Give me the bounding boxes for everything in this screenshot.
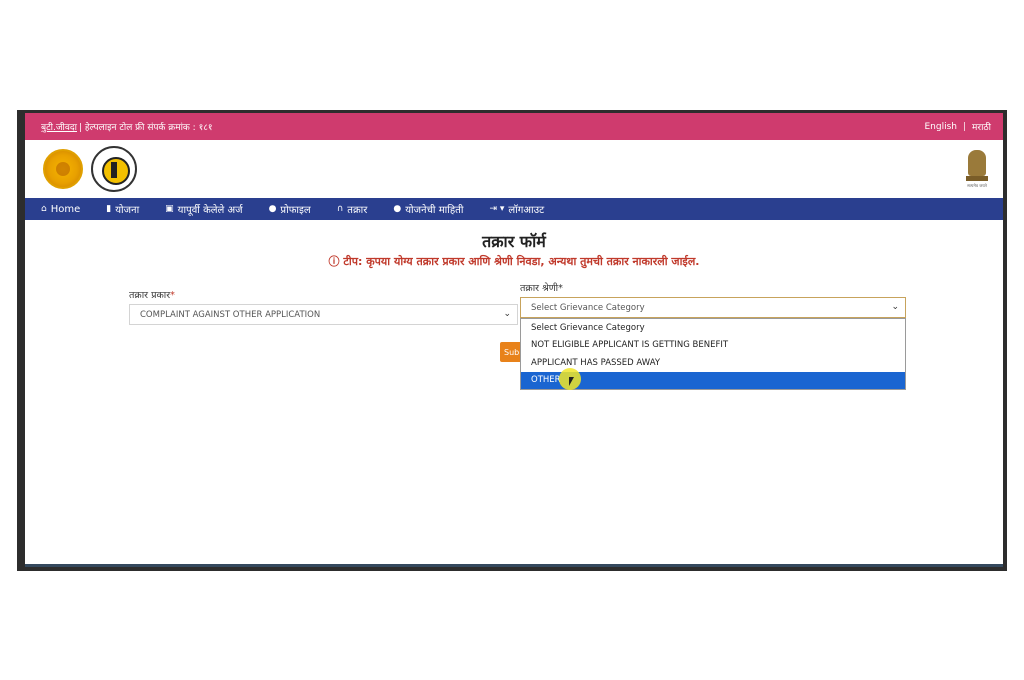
nav-yojana[interactable]: ▮ योजना <box>106 202 139 216</box>
required-mark: * <box>558 283 563 294</box>
nav-scheme-info[interactable]: ● योजनेची माहिती <box>393 202 463 216</box>
document-icon: ▮ <box>106 204 112 214</box>
lang-marathi[interactable]: मराठी <box>972 120 991 133</box>
headset-icon: ∩ <box>336 204 344 214</box>
dropdown-option[interactable]: APPLICANT HAS PASSED AWAY <box>521 354 905 372</box>
screen-frame: बुटी.जीवदा | हेल्पलाइन टोल फ्री संपर्क क… <box>17 110 1007 571</box>
nav-scheme-info-label: योजनेची माहिती <box>405 205 464 216</box>
nav-logout-label: लॉगआउट <box>508 205 545 216</box>
complaint-type-select[interactable]: COMPLAINT AGAINST OTHER APPLICATION ⌄ <box>129 304 518 325</box>
tip-message: ⓘ टीप: कृपया योग्य तक्रार प्रकार आणि श्र… <box>328 255 700 268</box>
top-bar: बुटी.जीवदा | हेल्पलाइन टोल फ्री संपर्क क… <box>25 113 1003 140</box>
nav-complaint[interactable]: ∩ तक्रार <box>337 202 368 216</box>
user-icon: ● <box>268 204 277 214</box>
logos <box>43 146 137 192</box>
complaint-category-select[interactable]: Select Grievance Category ⌄ <box>520 297 906 318</box>
complaint-type-label-text: तक्रार प्रकार <box>129 290 171 301</box>
emblem-motto: सत्यमेव जयते <box>967 183 987 188</box>
logo-bar: सत्यमेव जयते <box>25 140 1003 198</box>
list-icon: ▣ <box>165 204 174 214</box>
nav-complaint-label: तक्रार <box>347 205 368 216</box>
user-icon: ● <box>393 204 402 214</box>
chevron-down-icon: ⌄ <box>891 302 899 312</box>
dropdown-option[interactable]: Select Grievance Category <box>521 319 905 337</box>
complaint-type-label: तक्रार प्रकार* <box>129 288 175 301</box>
maharashtra-seal-icon <box>43 149 83 189</box>
national-emblem-icon: सत्यमेव जयते <box>965 148 989 190</box>
nav-yojana-label: योजना <box>115 205 140 216</box>
nav-profile[interactable]: ● प्रोफाइल <box>269 202 311 216</box>
language-switcher: English | मराठी <box>924 120 991 134</box>
nav-logout[interactable]: ⇥ ▾ लॉगआउट <box>489 202 544 216</box>
logout-icon: ⇥ ▾ <box>489 204 505 214</box>
dropdown-option[interactable]: NOT ELIGIBLE APPLICANT IS GETTING BENEFI… <box>521 337 905 355</box>
helpline-text: | हेल्पलाइन टोल फ्री संपर्क क्रमांक : १८… <box>79 123 213 133</box>
top-bar-left: बुटी.जीवदा | हेल्पलाइन टोल फ्री संपर्क क… <box>41 120 213 133</box>
browser-viewport: बुटी.जीवदा | हेल्पलाइन टोल फ्री संपर्क क… <box>25 113 1003 567</box>
lang-english[interactable]: English <box>924 122 957 132</box>
nav-profile-label: प्रोफाइल <box>280 205 311 216</box>
bottom-divider <box>25 564 1003 567</box>
page-title: तक्रार फॉर्म <box>482 232 546 251</box>
nav-submitted-applications[interactable]: ▣ यापूर्वी केलेले अर्ज <box>165 202 242 216</box>
mouse-cursor-icon <box>569 377 574 386</box>
lang-separator: | <box>962 121 967 132</box>
home-icon: ⌂ <box>41 204 47 214</box>
portal-link[interactable]: बुटी.जीवदा <box>41 120 77 133</box>
complaint-category-label: तक्रार श्रेणी* <box>520 281 563 294</box>
nav-home-label: Home <box>50 203 81 215</box>
complaint-type-value: COMPLAINT AGAINST OTHER APPLICATION <box>140 309 321 320</box>
complaint-category-value: Select Grievance Category <box>531 302 645 313</box>
required-mark: * <box>170 290 175 301</box>
nav-submitted-label: यापूर्वी केलेले अर्ज <box>177 205 243 216</box>
complaint-category-label-text: तक्रार श्रेणी <box>520 283 559 294</box>
department-seal-icon <box>91 146 137 192</box>
chevron-down-icon: ⌄ <box>503 309 511 319</box>
main-nav: ⌂ Home ▮ योजना ▣ यापूर्वी केलेले अर्ज ● … <box>25 198 1003 220</box>
nav-home[interactable]: ⌂ Home <box>41 204 80 215</box>
complaint-form: तक्रार फॉर्म ⓘ टीप: कृपया योग्य तक्रार प… <box>25 220 1003 560</box>
